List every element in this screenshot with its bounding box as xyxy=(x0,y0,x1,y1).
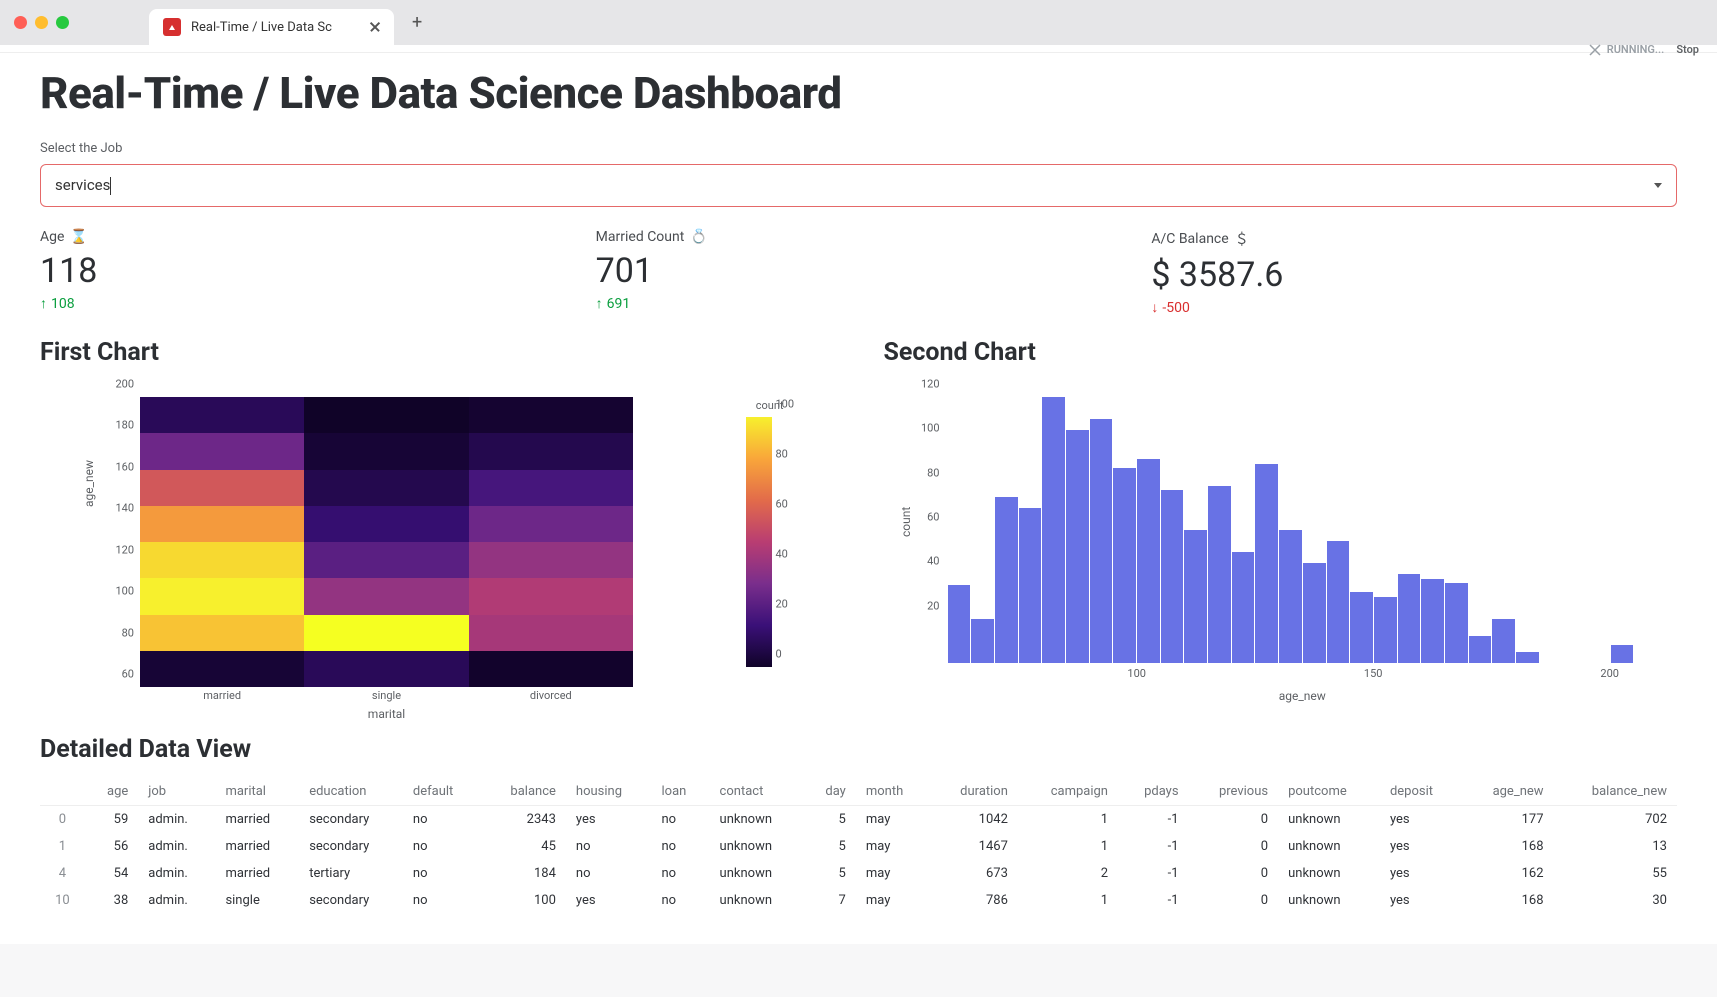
running-status: RUNNING... xyxy=(1589,43,1665,56)
page-content: Real-Time / Live Data Science Dashboard … xyxy=(0,53,1717,944)
page-title: Real-Time / Live Data Science Dashboard xyxy=(40,67,1677,119)
metric-age: Age ⌛ 118 ↑ 108 xyxy=(40,229,566,316)
window-traffic-lights xyxy=(14,16,69,29)
app-toolbar: RUNNING... Stop xyxy=(0,45,1717,53)
select-label: Select the Job xyxy=(40,141,1677,156)
arrow-down-icon: ↓ xyxy=(1151,299,1158,316)
arrow-up-icon: ↑ xyxy=(596,295,603,312)
maximize-window-icon[interactable] xyxy=(56,16,69,29)
table-row[interactable]: 156admin.marriedsecondaryno45nonounknown… xyxy=(40,833,1677,860)
first-chart-title: First Chart xyxy=(40,338,834,367)
ring-icon: 💍 xyxy=(690,229,707,245)
second-chart: Second Chart 20406080100120count10015020… xyxy=(884,338,1678,707)
metric-married: Married Count 💍 701 ↑ 691 xyxy=(596,229,1122,316)
minimize-window-icon[interactable] xyxy=(35,16,48,29)
data-table: agejobmaritaleducationdefaultbalancehous… xyxy=(40,778,1677,914)
new-tab-button[interactable]: + xyxy=(412,12,422,33)
metric-balance-value: $ 3587.6 xyxy=(1151,255,1677,295)
close-window-icon[interactable] xyxy=(14,16,27,29)
metric-married-value: 701 xyxy=(596,251,1122,291)
select-value: services xyxy=(55,176,110,194)
table-row[interactable]: 454admin.marriedtertiaryno184nonounknown… xyxy=(40,860,1677,887)
first-chart: First Chart 6080100120140160180200age_ne… xyxy=(40,338,834,707)
table-row[interactable]: 1038admin.singlesecondaryno100yesnounkno… xyxy=(40,887,1677,914)
metrics-row: Age ⌛ 118 ↑ 108 Married Count 💍 701 ↑ 69… xyxy=(40,229,1677,316)
histogram-plot[interactable]: 20406080100120count100150200age_new xyxy=(884,387,1678,707)
metric-balance: A/C Balance ＄ $ 3587.6 ↓ -500 xyxy=(1151,229,1677,316)
job-select[interactable]: services xyxy=(40,164,1677,207)
data-table-wrap[interactable]: agejobmaritaleducationdefaultbalancehous… xyxy=(40,778,1677,914)
second-chart-title: Second Chart xyxy=(884,338,1678,367)
metric-age-value: 118 xyxy=(40,251,566,291)
hourglass-icon: ⌛ xyxy=(70,229,87,245)
table-row[interactable]: 059admin.marriedsecondaryno2343yesnounkn… xyxy=(40,806,1677,834)
arrow-up-icon: ↑ xyxy=(40,295,47,312)
chevron-down-icon xyxy=(1654,183,1662,188)
heatmap-plot[interactable]: 6080100120140160180200age_newmarriedsing… xyxy=(40,387,834,707)
metric-balance-delta: ↓ -500 xyxy=(1151,299,1677,316)
metric-age-delta: ↑ 108 xyxy=(40,295,566,312)
streamlit-icon xyxy=(163,18,181,36)
tab-title: Real-Time / Live Data Sc xyxy=(191,20,360,35)
window-titlebar: Real-Time / Live Data Sc + xyxy=(0,0,1717,45)
dollar-icon: ＄ xyxy=(1235,229,1249,249)
browser-tab[interactable]: Real-Time / Live Data Sc xyxy=(149,9,394,45)
running-icon xyxy=(1589,44,1601,56)
data-view-title: Detailed Data View xyxy=(40,735,1677,764)
stop-button[interactable]: Stop xyxy=(1676,43,1699,56)
close-tab-icon[interactable] xyxy=(370,22,380,32)
metric-married-delta: ↑ 691 xyxy=(596,295,1122,312)
